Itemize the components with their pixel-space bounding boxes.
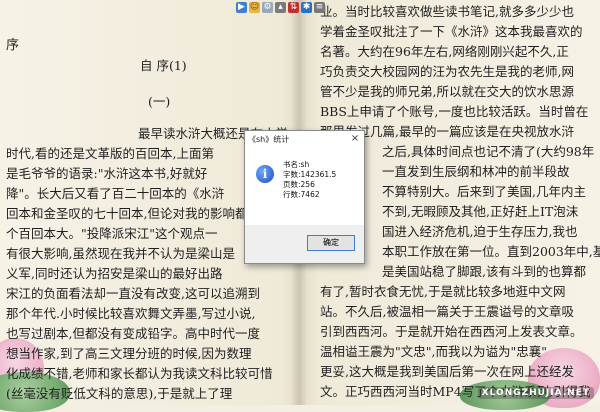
statistics-dialog: 《sh》统计 × i 书名:sh 字数:142361.5 页数:256 行数:7…: [244, 130, 365, 264]
text-line: 业。当时比较喜欢做些读书笔记,就多多少少也: [320, 4, 574, 19]
text-line: 站。不久后,被温相一篇关于王震谥号的文章吸: [320, 304, 574, 319]
text-line: 化成绩不错,老师和家长都认为我读文科比较可惜: [6, 366, 273, 381]
arrow-up-down-icon[interactable]: ⇅: [288, 1, 299, 13]
stat-row: 页数:256: [283, 180, 315, 189]
text-line: 想当作家,到了高三文理分班的时候,因为数理: [6, 346, 252, 361]
text-line: 更妥,这大概是我到美国后第一次在网上还经发: [320, 364, 574, 379]
text-line: 不算特别大。后来到了美国,几年内主: [382, 184, 586, 199]
statistics-list: 书名:sh 字数:142361.5 页数:256 行数:7462: [283, 160, 336, 200]
chapter-title: 自 序(1): [140, 58, 187, 73]
star-icon[interactable]: ✱: [301, 1, 312, 13]
watermark: XLONGZHUJIA.NET: [477, 387, 594, 399]
text-line: 管不少是我的师兄弟,所以就在交大的饮水思源: [320, 84, 574, 99]
reader-toolbar: ▶ ☺ ⚙ ▴ ⇅ ✱ ≡: [236, 0, 325, 14]
chapter-heading: 序: [6, 38, 20, 53]
stat-row: 行数:7462: [283, 190, 320, 199]
dialog-footer: 确定: [245, 225, 364, 263]
text-line: 学着金圣叹批注了一下《水浒》这本我最喜欢的: [320, 24, 583, 39]
stat-row: 字数:142361.5: [283, 170, 337, 179]
text-line: 个百回本大。"投降派宋江"这个观点一: [6, 226, 218, 241]
ok-button[interactable]: 确定: [307, 235, 355, 251]
text-line: 是美国站稳了脚跟,该有斗到的也算都: [382, 264, 586, 279]
info-icon: i: [256, 165, 274, 183]
text-line: 宋江的负面看法却一直没有改变,这可以追溯到: [6, 286, 260, 301]
more-icon[interactable]: ≡: [314, 1, 325, 13]
text-line: (丝毫没有贬低文科的意思),于是就上了理: [6, 386, 233, 401]
dialog-body: i 书名:sh 字数:142361.5 页数:256 行数:7462: [245, 147, 364, 225]
text-line: 国进入经济危机,迫于生存压力,我也: [382, 224, 578, 239]
text-line: 本职工作放在第一位。直到2003年中,基: [382, 244, 600, 259]
text-line: 也写过剧本,但都没有变成铅字。高中时代一度: [6, 326, 260, 341]
text-line: 降"。长大后又看了百二十回本的《水浒: [6, 186, 225, 201]
text-line: 回本和金圣叹的七十回本,但论对我的影响都: [6, 206, 248, 221]
text-line: 引到西西河。于是就开始在西西河上发表文章。: [320, 324, 583, 339]
face-icon[interactable]: ☺: [249, 1, 260, 13]
dialog-titlebar[interactable]: 《sh》统计 ×: [245, 131, 364, 147]
text-line: 之后,具体时间点也记不清了(大约98年: [382, 144, 595, 159]
text-line: 温相谥王震为"文忠",而我以为谥为"忠襄": [320, 344, 547, 359]
text-line: 那个年代.小时候比较喜欢舞文弄墨,写过小说,: [6, 306, 256, 321]
text-line: 巧负责交大校园网的汪为农先生是我的老师,网: [320, 64, 574, 79]
section-number: (一): [148, 94, 171, 109]
text-line: 时代,看的还是文革版的百回本,上面第: [6, 146, 214, 161]
text-line: 一直发到生辰纲和林冲的前半段故: [382, 164, 570, 179]
text-line: 不到,无暇顾及其他,正好赶上IT泡沫: [382, 204, 579, 219]
play-icon[interactable]: ▶: [236, 1, 247, 13]
tag-icon[interactable]: ▴: [275, 1, 286, 13]
text-line: BBS上申请了个账号,一度也比较活跃。当时曾在: [320, 104, 589, 119]
text-line: 名著。大约在96年左右,网络刚刚兴起不久,正: [320, 44, 569, 59]
text-line: 是毛爷爷的语录:"水浒这本书,好就好: [6, 166, 208, 181]
text-line: 有很大影响,虽然现在我并不认为是梁山是: [6, 246, 235, 261]
stat-row: 书名:sh: [283, 160, 310, 169]
text-line: 有了,暂时衣食无忧,于是就比较多地逛中文网: [320, 284, 566, 299]
text-line: 义军,同时还认为招安是梁山的最好出路: [6, 266, 223, 281]
close-button[interactable]: ×: [349, 133, 361, 145]
dialog-title: 《sh》统计: [248, 134, 290, 144]
gear-icon[interactable]: ⚙: [262, 1, 273, 13]
